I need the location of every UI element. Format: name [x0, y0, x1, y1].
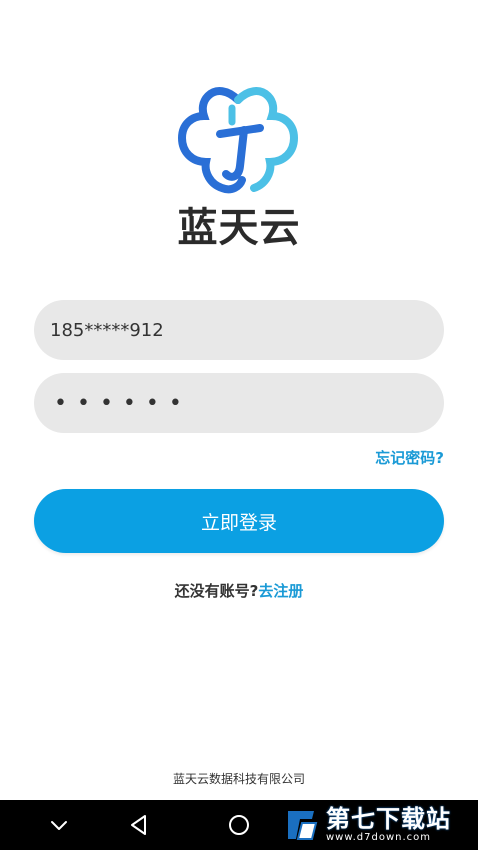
brand-name: 蓝天云 — [177, 205, 301, 251]
password-input[interactable]: •••••• — [34, 373, 444, 433]
app-logo-icon — [177, 87, 299, 194]
company-footer: 蓝天云数据科技有限公司 — [172, 772, 305, 786]
phone-value: 185*****912 — [50, 319, 164, 341]
watermark-text: 第七下载站 www.d7down.com — [326, 807, 451, 843]
register-link[interactable]: 去注册 — [258, 582, 303, 600]
register-row: 还没有账号?去注册 — [0, 580, 478, 602]
register-prompt: 还没有账号? — [174, 582, 259, 600]
back-triangle-icon[interactable] — [126, 812, 152, 838]
watermark-logo-icon — [288, 811, 318, 840]
watermark-title: 第七下载站 — [326, 805, 451, 833]
chevron-down-icon[interactable] — [46, 812, 72, 838]
forgot-password-link[interactable]: 忘记密码? — [375, 448, 444, 468]
watermark-url: www.d7down.com — [326, 832, 432, 843]
watermark: 第七下载站 www.d7down.com — [282, 802, 478, 848]
home-circle-icon[interactable] — [226, 812, 252, 838]
phone-input[interactable]: 185*****912 — [34, 300, 444, 360]
password-mask: •••••• — [54, 390, 192, 416]
login-button[interactable]: 立即登录 — [34, 489, 444, 553]
login-screen: 蓝天云 185*****912 •••••• 忘记密码? 立即登录 还没有账号?… — [0, 0, 478, 850]
